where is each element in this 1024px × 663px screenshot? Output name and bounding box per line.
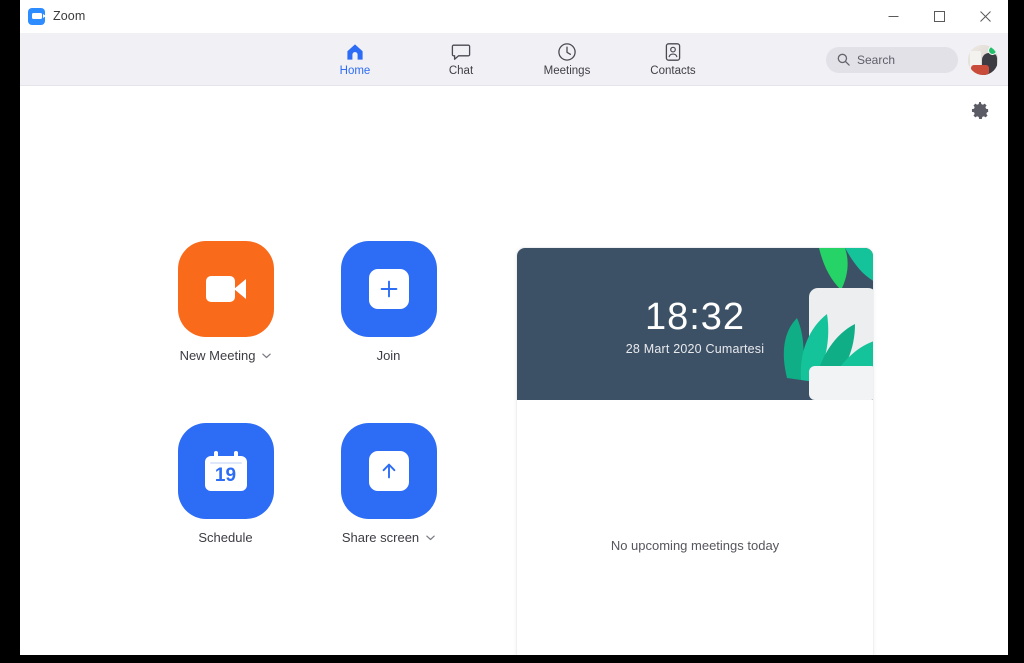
zoom-logo-icon — [28, 7, 46, 25]
nav-right-group — [826, 33, 998, 86]
new-meeting-button[interactable] — [177, 241, 274, 337]
tab-home-label: Home — [339, 65, 371, 77]
home-icon — [345, 42, 365, 62]
clock-time: 18:32 — [644, 296, 746, 338]
clock-icon — [557, 42, 577, 62]
window-controls — [870, 0, 1008, 33]
tile-schedule: 19 Schedule — [157, 423, 294, 545]
titlebar-left-group: Zoom — [20, 7, 86, 25]
status-badge — [988, 45, 997, 55]
tile-new-meeting: New Meeting — [157, 241, 294, 363]
window-titlebar: Zoom — [20, 0, 1008, 33]
main-navigation-bar: Home Chat Meetings Contacts Search — [20, 33, 1008, 86]
contact-icon — [663, 42, 683, 62]
search-input[interactable] — [857, 52, 949, 67]
clock-date: 28 Mart 2020 Cumartesi — [625, 342, 765, 356]
share-screen-button[interactable] — [340, 423, 437, 519]
settings-button[interactable] — [971, 101, 990, 120]
minimize-button[interactable] — [870, 0, 916, 33]
tab-contacts-label: Contacts — [650, 65, 696, 77]
new-meeting-caption[interactable]: New Meeting — [180, 348, 272, 363]
window-title: Zoom — [53, 9, 86, 23]
up-arrow-icon — [368, 451, 409, 491]
empty-state-message: No upcoming meetings today — [610, 538, 780, 553]
close-button[interactable] — [962, 0, 1008, 33]
chat-icon — [451, 42, 471, 62]
tile-new-meeting-label: New Meeting — [179, 348, 256, 363]
avatar-detail-accent — [971, 64, 989, 75]
tab-meetings[interactable]: Meetings — [536, 40, 598, 78]
join-button[interactable] — [340, 241, 437, 337]
avatar[interactable] — [968, 44, 998, 75]
search-box[interactable] — [826, 46, 958, 73]
maximize-button[interactable] — [916, 0, 962, 33]
zoom-application-window: Zoom Home Chat Meetings Contacts Search … — [20, 0, 1008, 655]
tab-chat[interactable]: Chat — [430, 40, 492, 78]
tab-chat-label: Chat — [448, 65, 474, 77]
schedule-button[interactable]: 19 — [177, 423, 274, 519]
gear-icon — [971, 101, 990, 120]
video-camera-icon — [205, 276, 246, 302]
schedule-caption[interactable]: Schedule — [198, 530, 252, 545]
tile-share-screen: Share screen — [320, 423, 457, 545]
nav-tab-list: Home Chat Meetings Contacts — [324, 40, 704, 78]
chevron-down-icon[interactable] — [426, 535, 435, 541]
tile-join-label: Join — [376, 348, 401, 363]
tile-share-screen-label: Share screen — [341, 530, 420, 545]
tab-meetings-label: Meetings — [543, 65, 591, 77]
search-icon — [837, 53, 850, 66]
calendar-day-number: 19 — [214, 465, 237, 486]
clock-hero: 18:32 28 Mart 2020 Cumartesi — [517, 248, 873, 400]
screenshot-frame: Zoom Home Chat Meetings Contacts Search … — [0, 0, 1024, 663]
home-content-area: New Meeting Join 19 Schedule Share scree… — [20, 86, 1008, 655]
tile-join: Join — [320, 241, 457, 363]
upcoming-meetings-card: 18:32 28 Mart 2020 Cumartesi No upcoming… — [516, 247, 874, 655]
calendar-icon: 19 — [204, 451, 247, 491]
meetings-list-body: No upcoming meetings today — [517, 400, 873, 655]
quick-action-tiles: New Meeting Join 19 Schedule Share scree… — [157, 241, 457, 545]
clock-block: 18:32 28 Mart 2020 Cumartesi — [517, 296, 873, 356]
chevron-down-icon[interactable] — [262, 353, 272, 359]
tile-schedule-label: Schedule — [198, 530, 253, 545]
tab-home[interactable]: Home — [324, 40, 386, 78]
plus-icon — [368, 269, 409, 309]
join-caption[interactable]: Join — [377, 348, 401, 363]
tab-contacts[interactable]: Contacts — [642, 40, 704, 78]
share-screen-caption[interactable]: Share screen — [342, 530, 435, 545]
